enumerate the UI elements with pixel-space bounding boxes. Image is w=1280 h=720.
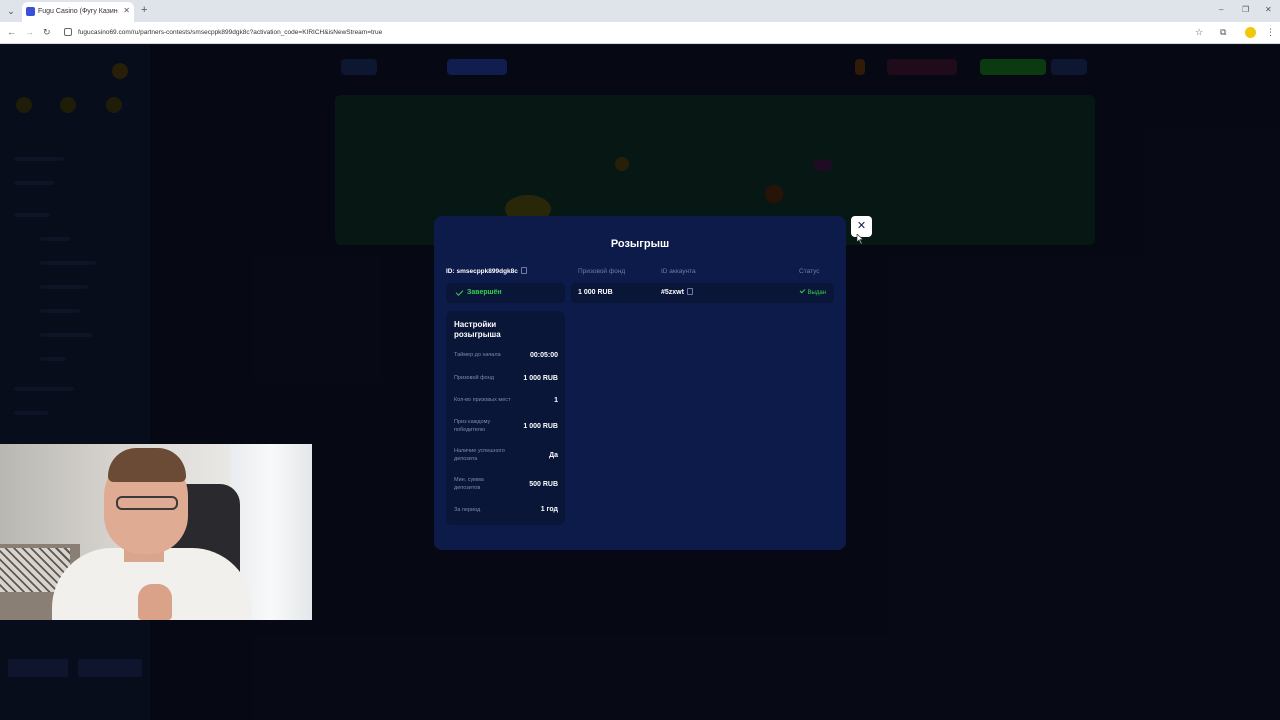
restore-icon[interactable]: ❐ — [1242, 4, 1249, 16]
setting-value: 1 год — [540, 506, 558, 513]
row-account-id: #5zxwt — [661, 288, 693, 298]
setting-value: 500 RUB — [529, 481, 558, 488]
setting-label: Таймер до начала — [454, 352, 501, 358]
row-status: Выдан — [799, 287, 826, 298]
bookmark-star-icon[interactable]: ☆ — [1195, 26, 1203, 38]
webcam-overlay — [0, 444, 312, 620]
reload-icon[interactable]: ↻ — [43, 26, 51, 38]
setting-value: 00:05:00 — [529, 352, 558, 359]
row-prize-fund: 1 000 RUB — [578, 289, 613, 296]
column-account-id: ID аккаунта — [661, 268, 696, 275]
check-icon — [455, 288, 464, 296]
row-account-id-text: #5zxwt — [661, 289, 684, 296]
setting-label: За период — [454, 507, 481, 513]
status-badge: Завершён — [446, 283, 565, 303]
copy-icon[interactable] — [520, 267, 527, 274]
setting-label: Мин. сумма депозитов — [454, 477, 484, 491]
minimize-icon[interactable]: – — [1219, 4, 1223, 16]
settings-panel: Настройки розыгрыша Таймер до начала 00:… — [446, 311, 565, 525]
back-icon[interactable]: ← — [7, 26, 16, 38]
setting-value: 1 — [554, 397, 558, 404]
table-row: 1 000 RUB #5zxwt Выдан — [571, 283, 834, 303]
profile-icon[interactable] — [1245, 27, 1256, 38]
settings-title: Настройки розыгрыша — [454, 320, 501, 339]
tab-menu-icon[interactable]: ⌄ — [4, 4, 18, 18]
forward-icon[interactable]: → — [25, 26, 34, 38]
status-badge-label: Завершён — [467, 289, 502, 296]
column-status: Статус — [799, 268, 820, 275]
browser-tab[interactable]: Fugu Casino (Фугу Казино) - р... ✕ — [22, 2, 134, 22]
setting-value: Да — [549, 452, 558, 459]
address-bar: ← → ↻ fugucasino69.com/ru/partners-conte… — [0, 22, 1280, 44]
webcam-person-glasses — [116, 496, 178, 510]
setting-value: 1 000 RUB — [523, 423, 558, 430]
favicon-icon — [26, 7, 35, 16]
modal-title: Розыгрыш — [610, 238, 670, 250]
browser-tab-bar: ⌄ Fugu Casino (Фугу Казино) - р... ✕ + –… — [0, 0, 1280, 22]
close-tab-icon[interactable]: ✕ — [123, 5, 130, 17]
webcam-person-hair — [108, 448, 186, 482]
extensions-icon[interactable]: ⧉ — [1220, 26, 1226, 38]
column-prize-fund: Призовой фонд — [578, 268, 626, 275]
check-icon — [799, 287, 805, 294]
giveaway-id-text: ID: smsecppk899dgk8c — [446, 268, 518, 275]
site-info-icon[interactable] — [64, 28, 72, 36]
copy-icon[interactable] — [686, 288, 693, 295]
setting-label: Кол-во призовых мест — [454, 397, 511, 403]
row-status-text: Выдан — [807, 290, 826, 296]
webcam-person-hand — [138, 584, 172, 620]
setting-label: Приз каждому победителю — [454, 419, 491, 433]
giveaway-id: ID: smsecppk899dgk8c — [446, 267, 527, 276]
browser-menu-icon[interactable]: ⋮ — [1266, 26, 1275, 38]
setting-value: 1 000 RUB — [523, 375, 558, 382]
url-input[interactable]: fugucasino69.com/ru/partners-contests/sm… — [78, 27, 382, 38]
tab-title: Fugu Casino (Фугу Казино) - р... — [38, 8, 118, 15]
setting-label: Наличие успешного депозита — [454, 448, 505, 462]
giveaway-modal: Розыгрыш ID: smsecppk899dgk8c Призовой ф… — [434, 216, 846, 550]
setting-label: Призовой фонд — [454, 375, 494, 381]
close-window-icon[interactable]: ✕ — [1265, 4, 1272, 16]
new-tab-icon[interactable]: + — [141, 3, 147, 17]
cursor-icon — [856, 234, 864, 244]
